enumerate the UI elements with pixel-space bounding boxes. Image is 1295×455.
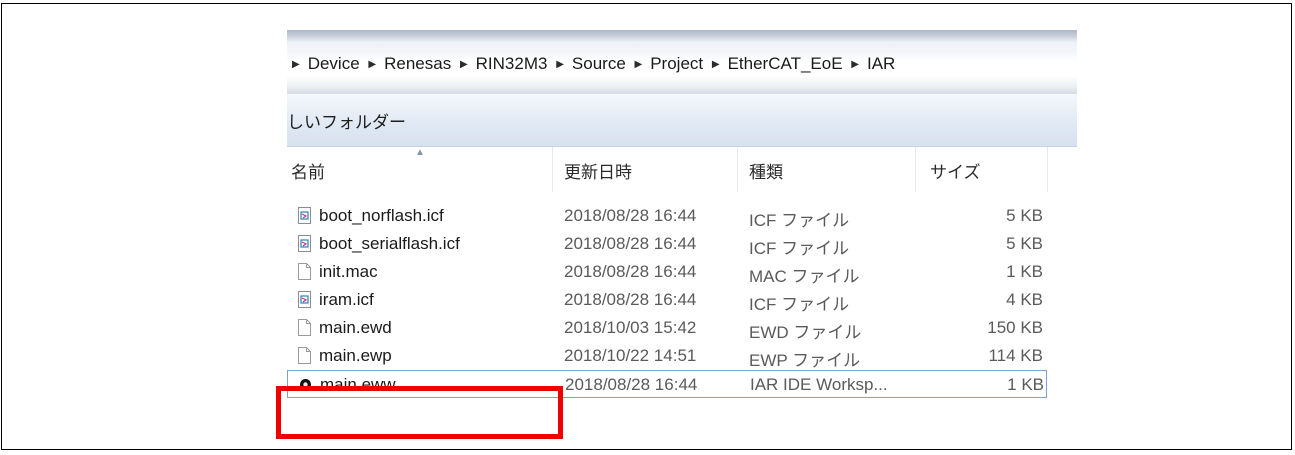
file-name: iram.icf [319, 290, 374, 309]
breadcrumb-item-device[interactable]: Device [308, 54, 360, 73]
sort-ascending-icon: ▲ [415, 147, 425, 158]
file-date: 2018/08/28 16:44 [564, 262, 697, 281]
file-row[interactable]: main.ewd 2018/10/03 15:42 EWD ファイル 150 K… [287, 314, 1047, 342]
file-row[interactable]: boot_norflash.icf 2018/08/28 16:44 ICF フ… [287, 202, 1047, 230]
column-size[interactable]: サイズ [930, 158, 981, 183]
column-header: ▲ 名前 更新日時 種類 サイズ [287, 147, 1077, 192]
column-type[interactable]: 種類 [749, 158, 783, 183]
file-name: main.ewp [319, 346, 392, 365]
file-type: ICF ファイル [749, 211, 850, 230]
file-type: ICF ファイル [749, 239, 850, 258]
breadcrumb-item-ethercat-eoe[interactable]: EtherCAT_EoE [728, 54, 843, 73]
file-row[interactable]: boot_serialflash.icf 2018/08/28 16:44 IC… [287, 230, 1047, 258]
file-size: 4 KB [1006, 290, 1043, 309]
file-size: 1 KB [1007, 375, 1044, 394]
file-row[interactable]: iram.icf 2018/08/28 16:44 ICF ファイル 4 KB [287, 286, 1047, 314]
explorer-window: ▶ Device ▶ Renesas ▶ RIN32M3 ▶ Source ▶ Proje… [287, 30, 1077, 445]
breadcrumb-arrow-icon[interactable]: ▶ [292, 59, 300, 70]
blank-file-icon [298, 347, 311, 364]
breadcrumb-item-source[interactable]: Source [572, 54, 626, 73]
file-name: main.ewd [319, 318, 392, 337]
breadcrumb-item-iar[interactable]: IAR [867, 54, 895, 73]
file-type: ICF ファイル [749, 295, 850, 314]
breadcrumb-item-renesas[interactable]: Renesas [384, 54, 451, 73]
column-divider[interactable] [1047, 147, 1048, 192]
icf-file-icon [298, 235, 311, 252]
file-size: 114 KB [988, 346, 1043, 365]
breadcrumb-arrow-icon[interactable]: ▶ [712, 59, 720, 70]
address-bar[interactable]: ▶ Device ▶ Renesas ▶ RIN32M3 ▶ Source ▶ Proje… [287, 30, 1077, 94]
breadcrumb-arrow-icon[interactable]: ▶ [556, 59, 564, 70]
new-folder-button[interactable]: しいフォルダー [287, 108, 406, 133]
file-date: 2018/10/22 14:51 [564, 346, 697, 365]
file-type: EWD ファイル [749, 323, 862, 342]
breadcrumb-item-rin32m3[interactable]: RIN32M3 [476, 54, 548, 73]
file-date: 2018/08/28 16:44 [564, 234, 697, 253]
file-date: 2018/08/28 16:44 [565, 375, 698, 394]
breadcrumb-arrow-icon[interactable]: ▶ [460, 59, 468, 70]
breadcrumb-arrow-icon[interactable]: ▶ [851, 59, 859, 70]
file-row-selected[interactable]: main.eww 2018/08/28 16:44 IAR IDE Worksp… [287, 370, 1047, 398]
file-type: EWP ファイル [749, 351, 861, 370]
file-row[interactable]: init.mac 2018/08/28 16:44 MAC ファイル 1 KB [287, 258, 1047, 286]
blank-file-icon [298, 319, 311, 336]
icf-file-icon [298, 207, 311, 224]
breadcrumb-item-project[interactable]: Project [650, 54, 703, 73]
file-size: 5 KB [1006, 206, 1043, 225]
file-size: 1 KB [1006, 262, 1043, 281]
breadcrumb-arrow-icon[interactable]: ▶ [635, 59, 643, 70]
file-name: boot_serialflash.icf [319, 234, 460, 253]
breadcrumb: ▶ Device ▶ Renesas ▶ RIN32M3 ▶ Source ▶ Proje… [292, 54, 895, 74]
column-name[interactable]: 名前 [291, 158, 325, 183]
column-divider[interactable] [552, 147, 553, 192]
column-date[interactable]: 更新日時 [564, 158, 632, 183]
column-divider[interactable] [737, 147, 738, 192]
command-toolbar: しいフォルダー [287, 94, 1077, 147]
iar-workspace-icon [300, 379, 311, 390]
file-type: MAC ファイル [749, 267, 860, 286]
column-divider[interactable] [915, 147, 916, 192]
file-date: 2018/08/28 16:44 [564, 290, 697, 309]
file-name: init.mac [319, 262, 378, 281]
blank-file-icon [298, 263, 311, 280]
file-row[interactable]: main.ewp 2018/10/22 14:51 EWP ファイル 114 K… [287, 342, 1047, 370]
file-name: boot_norflash.icf [319, 206, 444, 225]
breadcrumb-arrow-icon[interactable]: ▶ [368, 59, 376, 70]
file-date: 2018/10/03 15:42 [564, 318, 697, 337]
file-type: IAR IDE Worksp... [750, 375, 888, 394]
icf-file-icon [298, 291, 311, 308]
file-size: 150 KB [987, 318, 1043, 337]
file-name: main.eww [320, 375, 396, 394]
file-size: 5 KB [1006, 234, 1043, 253]
file-date: 2018/08/28 16:44 [564, 206, 697, 225]
